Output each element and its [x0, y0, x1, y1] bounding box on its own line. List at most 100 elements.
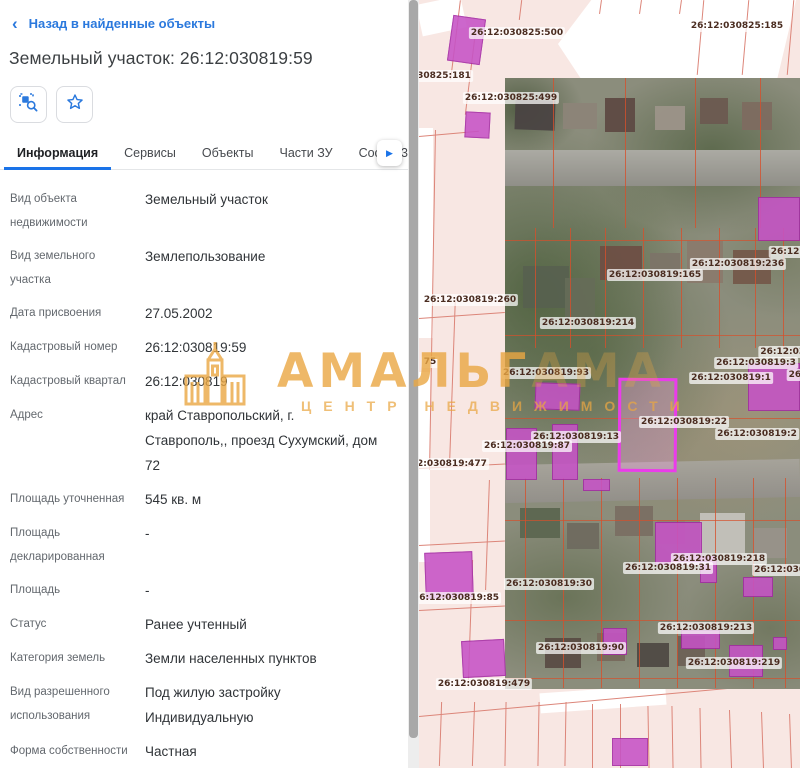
parcel-label: 26:12:030825:185: [689, 20, 785, 32]
building-footprint: [535, 382, 581, 411]
building-footprint: [758, 197, 800, 241]
satellite-roof: [700, 98, 728, 124]
parcel-label: 26:12:030819:30: [504, 578, 594, 590]
building-footprint: [583, 479, 610, 491]
parcel-line: [592, 704, 593, 768]
parcel-line: [755, 228, 756, 348]
parcel-label: 26:12:030819:31: [623, 562, 713, 574]
info-value: 545 кв. м: [145, 487, 380, 512]
info-row: Кадастровый номер 26:12:030819:59: [10, 335, 402, 360]
star-icon: [65, 92, 85, 117]
info-row: Кадастровый квартал 26:12:030819: [10, 369, 402, 394]
info-value: Под жилую застройку Индивидуальную: [145, 680, 380, 730]
parcel-label: 26:12:030819:260: [422, 294, 518, 306]
tab-servisy[interactable]: Сервисы: [111, 136, 189, 170]
parcel-line: [677, 478, 678, 688]
satellite-roof: [567, 523, 599, 549]
parcel-line: [695, 78, 696, 228]
tab-obekty[interactable]: Объекты: [189, 136, 267, 170]
cadastral-app: 26:12:030825:50026:12:030825:18530825:18…: [0, 0, 800, 768]
parcel-label: 30825:181: [419, 70, 473, 82]
parcel-line: [605, 228, 606, 348]
parcel-label: 26:12:030819:9: [752, 564, 800, 576]
parcel-line: [419, 540, 505, 545]
parcel-line: [535, 228, 536, 348]
info-label: Кадастровый номер: [10, 335, 137, 360]
info-label: Кадастровый квартал: [10, 369, 137, 394]
info-value: Землепользование: [145, 244, 380, 292]
tabs-overflow-button[interactable]: ▶: [377, 140, 402, 166]
parcel-line: [439, 702, 442, 766]
info-value: 26:12:030819:59: [145, 335, 380, 360]
scrollbar-thumb[interactable]: [409, 0, 418, 738]
map-empty-area: [558, 0, 796, 80]
info-label: Вид объекта недвижимости: [10, 187, 137, 235]
parcel-line: [785, 478, 786, 688]
satellite-roof: [742, 102, 772, 130]
info-label: Адрес: [10, 403, 137, 478]
back-link[interactable]: ‹ Назад в найденные объекты: [12, 16, 215, 31]
cadastral-map[interactable]: 26:12:030825:50026:12:030825:18530825:18…: [419, 0, 800, 768]
parcel-label: 26:12:030819:85: [419, 592, 501, 604]
parcel-label: 26:12:030825:499: [463, 92, 559, 104]
panel-scrollbar[interactable]: [408, 0, 419, 768]
object-select-zoom-icon: [18, 92, 39, 118]
parcel-line: [570, 228, 571, 348]
parcel-label: :12:030819:477: [419, 458, 489, 470]
info-value: 26:12:030819: [145, 369, 380, 394]
building-footprint: [461, 639, 506, 678]
parcel-label: 26:12:030819:213: [658, 622, 754, 634]
object-info-panel: ‹ Назад в найденные объекты Земельный уч…: [0, 0, 408, 768]
parcel-label: 26:12:030819:214: [540, 317, 636, 329]
building-footprint: [464, 111, 490, 138]
info-row: Категория земельЗемли населенных пунктов: [10, 646, 402, 671]
info-label: Дата присвоения: [10, 301, 137, 326]
info-row: Площадь декларированная-: [10, 521, 402, 569]
parcel-line: [505, 520, 800, 521]
parcel-line: [449, 300, 456, 460]
parcel-line: [504, 702, 506, 766]
parcel-line: [519, 0, 522, 20]
parcel-line: [789, 714, 792, 768]
tab-informacija[interactable]: Информация: [4, 136, 111, 170]
parcel-label: 26:12: [787, 369, 800, 381]
info-row: СтатусРанее учтенный: [10, 612, 402, 637]
satellite-roof: [563, 103, 597, 129]
info-label: Форма собственности: [10, 739, 137, 764]
parcel-label: 26:12:030819:165: [607, 269, 703, 281]
parcel-label: 26:12:030819:93: [501, 367, 591, 379]
satellite-roof: [700, 513, 745, 553]
favorite-button[interactable]: [56, 86, 93, 123]
parcel-label: 26:12:0: [769, 246, 800, 258]
info-label: Площадь: [10, 578, 137, 603]
parcel-line: [639, 478, 640, 688]
info-row: Форма собственности Частная: [10, 739, 402, 764]
parcel-line: [601, 478, 602, 688]
building-footprint: [612, 738, 648, 766]
info-value: Частная: [145, 739, 380, 764]
info-rows: Вид объекта недвижимостиЗемельный участо…: [10, 187, 402, 768]
show-on-map-button[interactable]: [10, 86, 47, 123]
parcel-label: 75: [422, 356, 439, 368]
info-label: Вид земельного участка: [10, 244, 137, 292]
clipped-tab-fragment: 3: [401, 146, 408, 160]
satellite-roof: [637, 643, 669, 667]
building-footprint: [447, 15, 486, 65]
parcel-label: 26:12:030819:87: [482, 440, 572, 452]
parcel-label: 26:12:030819:3: [714, 357, 798, 369]
info-label: Площадь декларированная: [10, 521, 137, 569]
chevron-right-icon: ▶: [386, 148, 393, 159]
satellite-roof: [520, 508, 560, 538]
parcel-label: 26:12:030819:236: [690, 258, 786, 270]
info-row: Адрескрай Ставропольский, г. Ставрополь,…: [10, 403, 402, 478]
info-row: Площадь уточненная545 кв. м: [10, 487, 402, 512]
parcel-line: [671, 706, 673, 768]
info-row: Вид земельного участкаЗемлепользование: [10, 244, 402, 292]
satellite-roof: [523, 266, 569, 308]
info-row: Вид объекта недвижимостиЗемельный участо…: [10, 187, 402, 235]
info-row: Дата присвоения 27.05.2002: [10, 301, 402, 326]
parcel-label: 26:12:030819:1: [689, 372, 773, 384]
tab-chasti-zu[interactable]: Части ЗУ: [266, 136, 345, 170]
info-value: 27.05.2002: [145, 301, 380, 326]
building-footprint: [743, 577, 773, 597]
